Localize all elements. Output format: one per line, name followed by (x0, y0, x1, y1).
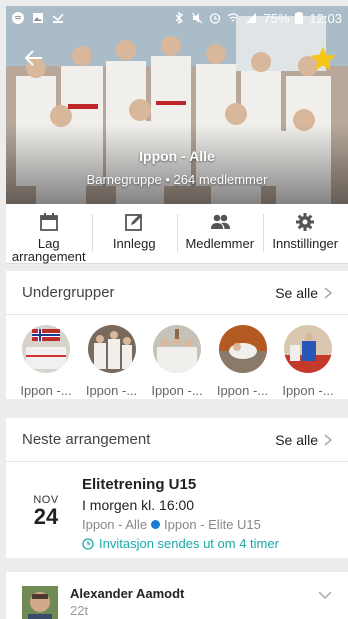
group-subtitle: Barnegruppe • 264 medlemmer (6, 172, 348, 187)
battery-icon (295, 12, 304, 24)
event-day: 24 (33, 504, 59, 529)
gear-icon (296, 213, 315, 231)
subgroup-item[interactable]: Ippon -... (16, 325, 76, 398)
subgroups-header: Undergrupper Se alle (6, 271, 348, 315)
settings-label: Innstillinger (272, 236, 339, 251)
event-group-to: Ippon - Elite U15 (164, 517, 261, 532)
chevron-down-icon[interactable] (318, 590, 332, 600)
members-button[interactable]: Medlemmer (177, 204, 263, 263)
new-post-label: Innlegg (112, 236, 156, 251)
cover-shade (6, 124, 348, 204)
settings-button[interactable]: Innstillinger (262, 204, 348, 263)
events-see-all[interactable]: Se alle (275, 432, 332, 448)
subgroups-card: Undergrupper Se alle Ippon -... Ippon -.… (6, 271, 348, 399)
edit-icon (125, 214, 143, 231)
group-action-bar: Lag arrangement Innlegg Medlemmer Innsti… (6, 204, 348, 264)
create-event-label: Lag arrangement (11, 236, 86, 264)
subgroup-avatar (284, 325, 332, 373)
post-meta: Alexander Aamodt 22t (70, 586, 184, 619)
event-row[interactable]: NOV 24 Elitetrening U15 I morgen kl. 16:… (6, 462, 348, 568)
chevron-right-icon (324, 286, 332, 299)
see-all-label: Se alle (275, 431, 318, 448)
group-member-count: 264 medlemmer (173, 172, 268, 187)
clock-time: 12:03 (309, 10, 342, 26)
subgroup-avatar (153, 325, 201, 373)
separator-dot: • (165, 172, 174, 187)
bluetooth-icon (175, 12, 184, 24)
mute-icon (191, 12, 203, 24)
chevron-right-icon (324, 433, 332, 446)
event-details: Elitetrening U15 I morgen kl. 16:00 Ippo… (82, 476, 279, 568)
status-bar: 75% 12:03 (6, 6, 348, 30)
event-invite-status: Invitasjon sendes ut om 4 timer (82, 536, 279, 551)
event-time: I morgen kl. 16:00 (82, 497, 195, 513)
members-label: Medlemmer (185, 236, 255, 251)
subgroup-item[interactable]: Ippon -... (82, 325, 142, 398)
subgroup-item[interactable]: Ippon -... (278, 325, 338, 398)
event-groups: Ippon - Alle Ippon - Elite U15 (82, 517, 279, 532)
calendar-icon (39, 213, 58, 231)
subgroup-avatar (218, 325, 267, 373)
next-event-header: Neste arrangement Se alle (6, 418, 348, 462)
signal-icon (246, 13, 257, 23)
group-type: Barnegruppe (86, 172, 162, 187)
favorite-star-icon[interactable] (308, 44, 338, 74)
subgroup-label: Ippon -... (216, 383, 269, 398)
wifi-icon (228, 13, 239, 22)
see-all-label: Se alle (275, 284, 318, 301)
post-card: Alexander Aamodt 22t (6, 572, 348, 619)
subgroup-item[interactable]: Ippon -... (213, 325, 273, 398)
people-icon (210, 214, 230, 229)
subgroups-list: Ippon -... Ippon -... Ippon -... Ippon -… (6, 315, 348, 398)
subgroup-label: Ippon -... (282, 383, 334, 398)
group-title: Ippon - Alle (139, 148, 215, 164)
post-time: 22t (70, 603, 89, 618)
alarm-icon (210, 13, 221, 24)
event-date: NOV 24 (22, 476, 70, 568)
subgroup-avatar (87, 325, 136, 373)
invite-text: Invitasjon sendes ut om 4 timer (99, 536, 279, 551)
spotify-icon (12, 12, 24, 24)
missed-call-icon (52, 13, 64, 23)
subgroup-label: Ippon -... (151, 383, 203, 398)
subgroups-title: Undergrupper (22, 284, 115, 301)
back-arrow-icon[interactable] (22, 46, 46, 70)
subgroup-avatar (22, 325, 70, 373)
next-event-card: Neste arrangement Se alle NOV 24 Elitetr… (6, 418, 348, 558)
event-name: Elitetrening U15 (82, 476, 197, 493)
subgroup-item[interactable]: Ippon -... (147, 325, 207, 398)
subgroup-label: Ippon -... (20, 383, 72, 398)
subgroup-label: Ippon -... (85, 383, 138, 398)
author-name: Alexander Aamodt (70, 586, 185, 601)
event-group-from: Ippon - Alle (82, 517, 148, 532)
post-header[interactable]: Alexander Aamodt 22t (6, 572, 348, 619)
new-post-button[interactable]: Innlegg (91, 204, 178, 263)
gallery-icon (33, 13, 43, 23)
clock-icon (82, 537, 94, 550)
next-event-title: Neste arrangement (22, 431, 151, 448)
create-event-button[interactable]: Lag arrangement (6, 204, 92, 263)
battery-percent: 75% (263, 10, 290, 26)
subgroups-see-all[interactable]: Se alle (275, 285, 332, 301)
author-avatar (22, 586, 58, 619)
group-dot-icon (151, 520, 161, 529)
